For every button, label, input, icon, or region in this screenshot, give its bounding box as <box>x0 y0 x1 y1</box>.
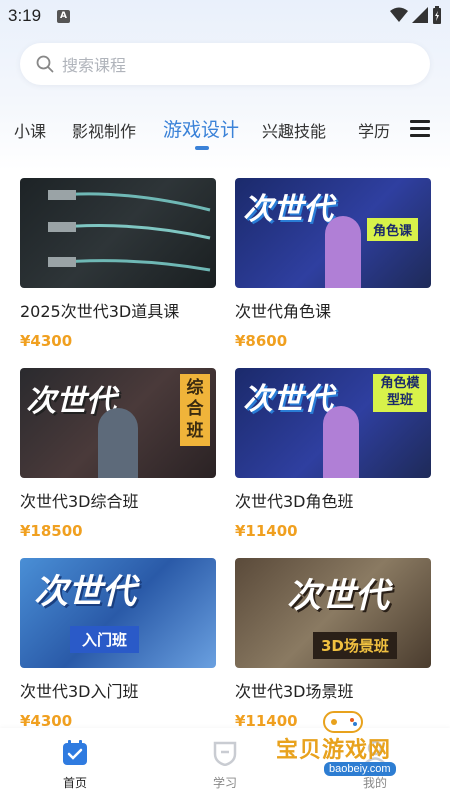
banner-text: 次世代 <box>243 382 333 417</box>
nav-study-label: 学习 <box>212 776 237 790</box>
status-time: 3:19 <box>8 6 42 25</box>
watermark-text: 宝贝游戏网 <box>276 738 392 763</box>
banner-tag: 角色课 <box>367 218 419 241</box>
course-thumbnail[interactable]: 次世代 3D场景班 <box>235 558 431 668</box>
banner-tag: 入门班 <box>70 626 140 653</box>
status-bar: 3:19 A <box>0 0 450 32</box>
course-title: 次世代角色课 <box>235 302 332 321</box>
search-placeholder: 搜索课程 <box>62 56 127 75</box>
course-card[interactable]: 次世代 入门班 次世代3D入门班 ¥4300 <box>20 558 216 730</box>
blade-image <box>48 190 211 272</box>
nav-home[interactable]: 首页 <box>45 740 105 791</box>
search-input[interactable]: 搜索课程 <box>20 43 430 85</box>
tab-education[interactable]: 学历 <box>358 118 390 142</box>
course-card[interactable]: 次世代 角色模型班 次世代3D角色班 ¥11400 <box>235 368 431 540</box>
tab-hobby-skills[interactable]: 兴趣技能 <box>262 118 326 142</box>
course-price: ¥8600 <box>235 332 288 350</box>
banner-text: 次世代 <box>287 576 389 616</box>
course-price: ¥11400 <box>235 522 298 540</box>
tab-small-course[interactable]: 小课 <box>14 118 46 142</box>
banner-tag: 角色模型班 <box>373 374 427 412</box>
course-thumbnail[interactable]: 次世代 角色课 <box>235 178 431 288</box>
course-card[interactable]: 2025次世代3D道具课 ¥4300 <box>20 178 216 350</box>
course-card[interactable]: 次世代 角色课 次世代角色课 ¥8600 <box>235 178 431 350</box>
category-tabs: 小课 影视制作 游戏设计 兴趣技能 学历 <box>0 112 450 156</box>
course-title: 次世代3D角色班 <box>235 492 354 511</box>
character-figure <box>325 216 361 288</box>
course-title: 2025次世代3D道具课 <box>20 302 180 321</box>
banner-tag: 3D场景班 <box>313 632 397 659</box>
course-card[interactable]: 次世代 综合班 次世代3D综合班 ¥18500 <box>20 368 216 540</box>
battery-icon <box>433 6 441 24</box>
search-icon <box>36 55 54 73</box>
wifi-icon <box>390 7 408 22</box>
course-title: 次世代3D场景班 <box>235 682 354 701</box>
gamepad-icon <box>323 711 363 733</box>
watermark-url: baobeiy.com <box>324 762 396 776</box>
banner-tag: 综合班 <box>180 374 210 446</box>
banner-text: 次世代 <box>243 192 333 227</box>
course-price: ¥18500 <box>20 522 83 540</box>
status-icons <box>390 6 442 24</box>
course-thumbnail[interactable]: 次世代 角色模型班 <box>235 368 431 478</box>
tab-film-production[interactable]: 影视制作 <box>72 118 136 142</box>
course-title: 次世代3D入门班 <box>20 682 139 701</box>
course-title: 次世代3D综合班 <box>20 492 139 511</box>
nav-study[interactable]: 学习 <box>195 740 255 791</box>
active-tab-indicator <box>195 146 209 150</box>
course-price: ¥4300 <box>20 332 73 350</box>
character-figure <box>323 406 359 478</box>
banner-text: 次世代 <box>34 572 136 612</box>
notification-a-icon: A <box>57 10 70 23</box>
course-thumbnail[interactable] <box>20 178 216 288</box>
signal-icon <box>412 7 428 23</box>
character-figure <box>98 408 138 478</box>
course-thumbnail[interactable]: 次世代 综合班 <box>20 368 216 478</box>
watermark-logo: 宝贝游戏网 baobeiy.com <box>270 704 440 794</box>
nav-home-label: 首页 <box>62 776 87 790</box>
tab-game-design[interactable]: 游戏设计 <box>163 115 239 142</box>
study-shield-icon <box>213 741 237 767</box>
course-thumbnail[interactable]: 次世代 入门班 <box>20 558 216 668</box>
menu-icon[interactable] <box>410 120 430 140</box>
home-calendar-icon <box>63 740 87 765</box>
